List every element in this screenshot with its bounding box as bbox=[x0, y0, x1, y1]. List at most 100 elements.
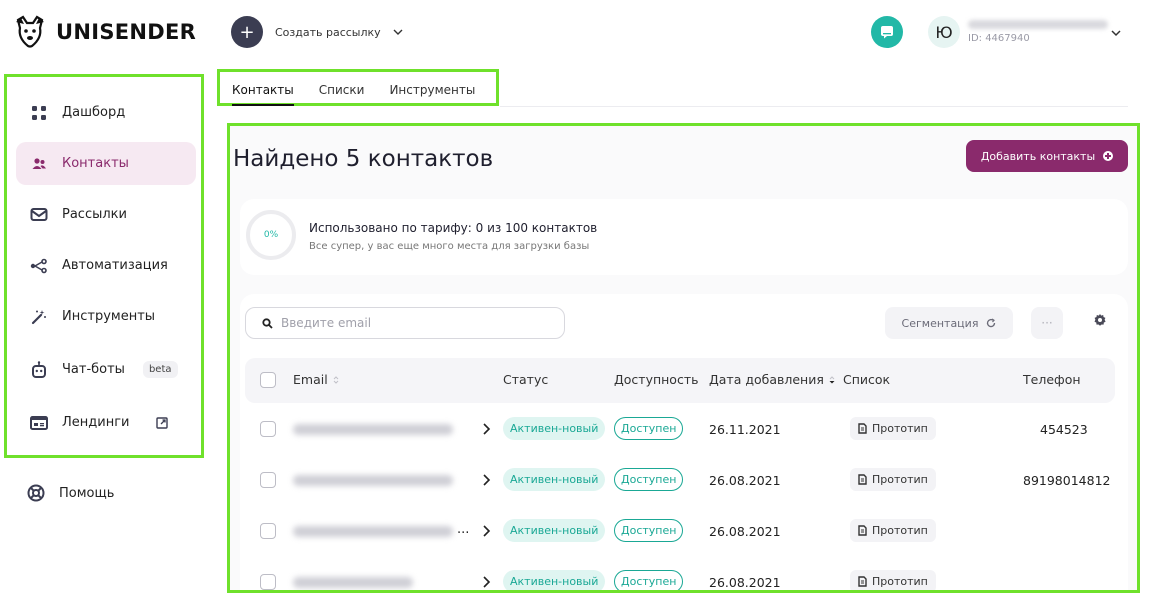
help-label: Помощь bbox=[59, 485, 115, 501]
segmentation-label: Сегментация bbox=[901, 316, 979, 330]
list-name: Прототип bbox=[872, 422, 928, 435]
sort-icon bbox=[333, 375, 339, 384]
availability-badge: Доступен bbox=[614, 570, 684, 590]
external-link-icon bbox=[155, 416, 168, 429]
sidebar-item-label: Лендинги bbox=[62, 415, 130, 430]
email-redacted bbox=[293, 475, 453, 486]
tab-tools[interactable]: Инструменты bbox=[389, 72, 475, 103]
gear-icon bbox=[1094, 314, 1106, 326]
list-tag[interactable]: Прототип bbox=[850, 519, 936, 542]
list-tag[interactable]: Прототип bbox=[850, 570, 936, 590]
column-date-label: Дата добавления bbox=[709, 372, 824, 387]
refresh-icon bbox=[987, 318, 996, 328]
sidebar-item-label: Рассылки bbox=[62, 207, 127, 222]
email-redacted bbox=[293, 424, 453, 435]
tab-lists[interactable]: Списки bbox=[319, 72, 365, 103]
row-checkbox[interactable] bbox=[260, 523, 276, 539]
list-name: Прототип bbox=[872, 575, 928, 588]
row-checkbox[interactable] bbox=[260, 574, 276, 590]
document-icon bbox=[858, 576, 867, 587]
column-phone: Телефон bbox=[1023, 372, 1081, 387]
column-list: Список bbox=[843, 372, 891, 387]
chevron-right-icon[interactable] bbox=[481, 524, 491, 538]
contacts-icon bbox=[30, 155, 48, 173]
column-date[interactable]: Дата добавления bbox=[709, 372, 836, 387]
phone: 89198014812 bbox=[1023, 473, 1111, 488]
more-options-button[interactable]: ··· bbox=[1031, 307, 1063, 339]
status-badge: Активен-новый bbox=[503, 519, 606, 542]
table-row[interactable]: Активен-новый Доступен 26.08.2021 Протот… bbox=[245, 557, 1115, 590]
sidebar-item-contacts[interactable]: Контакты bbox=[16, 142, 196, 185]
tab-contacts[interactable]: Контакты bbox=[232, 72, 294, 106]
list-tag[interactable]: Прототип bbox=[850, 468, 936, 491]
landing-icon bbox=[30, 414, 48, 432]
email-redacted bbox=[293, 526, 453, 537]
mail-icon bbox=[30, 206, 48, 224]
add-contacts-label: Добавить контакты bbox=[980, 149, 1096, 163]
sidebar-item-help[interactable]: Помощь bbox=[27, 484, 114, 502]
chat-bubble-icon bbox=[881, 26, 893, 39]
column-availability: Доступность bbox=[614, 372, 699, 387]
list-name: Прототип bbox=[872, 524, 928, 537]
table-row[interactable]: Активен-новый Доступен 26.11.2021 Протот… bbox=[245, 404, 1115, 455]
date-added: 26.08.2021 bbox=[709, 524, 781, 539]
chevron-right-icon[interactable] bbox=[481, 575, 491, 589]
sidebar-item-dashboard[interactable]: Дашборд bbox=[16, 91, 196, 134]
contacts-table-card: Сегментация ··· Email Статус Доступность… bbox=[240, 294, 1128, 590]
sidebar-item-label: Автоматизация bbox=[62, 258, 168, 273]
table-row[interactable]: Активен-новый Доступен 26.08.2021 Протот… bbox=[245, 455, 1115, 506]
user-info: ID: 4467940 bbox=[968, 20, 1108, 44]
sidebar-item-label: Инструменты bbox=[62, 309, 156, 324]
document-icon bbox=[858, 525, 867, 536]
contacts-panel: Найдено 5 контактов Добавить контакты 0%… bbox=[227, 123, 1140, 593]
chat-support-button[interactable] bbox=[871, 16, 903, 48]
sidebar-item-chatbots[interactable]: Чат-боты beta bbox=[16, 348, 196, 391]
magic-wand-icon bbox=[30, 308, 48, 326]
user-menu[interactable]: Ю ID: 4467940 bbox=[928, 16, 1108, 48]
tabs-divider bbox=[500, 106, 1128, 107]
usage-subtitle: Все супер, у вас еще много места для заг… bbox=[309, 241, 590, 252]
email-ellipsis: ... bbox=[457, 522, 470, 537]
dog-logo-icon bbox=[16, 15, 44, 48]
tariff-usage-card: 0% Использовано по тарифу: 0 из 100 конт… bbox=[240, 199, 1128, 275]
robot-icon bbox=[30, 360, 48, 379]
date-added: 26.08.2021 bbox=[709, 473, 781, 488]
document-icon bbox=[858, 423, 867, 434]
sidebar-item-label: Чат-боты bbox=[62, 362, 125, 377]
settings-button[interactable] bbox=[1090, 310, 1110, 330]
availability-badge: Доступен bbox=[614, 519, 684, 542]
sidebar-item-landings[interactable]: Лендинги bbox=[16, 401, 196, 444]
logo-text: UNISENDER bbox=[56, 20, 197, 44]
top-header: UNISENDER + Создать рассылку Ю ID: 44679… bbox=[0, 0, 1152, 66]
avatar: Ю bbox=[928, 16, 960, 48]
search-box[interactable] bbox=[245, 307, 565, 339]
column-email[interactable]: Email bbox=[293, 372, 340, 387]
chevron-right-icon[interactable] bbox=[481, 422, 491, 436]
list-tag[interactable]: Прототип bbox=[850, 417, 936, 440]
help-lifebuoy-icon bbox=[27, 484, 45, 502]
status-badge: Активен-новый bbox=[503, 468, 606, 491]
user-menu-chevron-icon[interactable] bbox=[1110, 27, 1122, 39]
search-input[interactable] bbox=[281, 316, 541, 330]
list-name: Прототип bbox=[872, 473, 928, 486]
sidebar-item-campaigns[interactable]: Рассылки bbox=[16, 193, 196, 236]
automation-icon bbox=[30, 257, 48, 275]
create-campaign-button[interactable]: + Создать рассылку bbox=[231, 16, 403, 48]
status-badge: Активен-новый bbox=[503, 570, 606, 590]
contacts-tabs: Контакты Списки Инструменты bbox=[217, 69, 499, 106]
table-row[interactable]: ... Активен-новый Доступен 26.08.2021 Пр… bbox=[245, 506, 1115, 557]
sidebar-item-automation[interactable]: Автоматизация bbox=[16, 244, 196, 287]
sidebar-item-tools[interactable]: Инструменты bbox=[16, 295, 196, 338]
search-icon bbox=[262, 317, 273, 329]
chevron-right-icon[interactable] bbox=[481, 473, 491, 487]
date-added: 26.08.2021 bbox=[709, 575, 781, 590]
logo[interactable]: UNISENDER bbox=[12, 14, 196, 50]
select-all-checkbox[interactable] bbox=[260, 372, 276, 388]
add-contacts-button[interactable]: Добавить контакты bbox=[966, 140, 1128, 172]
row-checkbox[interactable] bbox=[260, 421, 276, 437]
segmentation-button[interactable]: Сегментация bbox=[885, 307, 1013, 339]
column-status: Статус bbox=[503, 372, 549, 387]
usage-progress-ring: 0% bbox=[246, 210, 296, 260]
create-campaign-label: Создать рассылку bbox=[275, 25, 381, 39]
row-checkbox[interactable] bbox=[260, 472, 276, 488]
